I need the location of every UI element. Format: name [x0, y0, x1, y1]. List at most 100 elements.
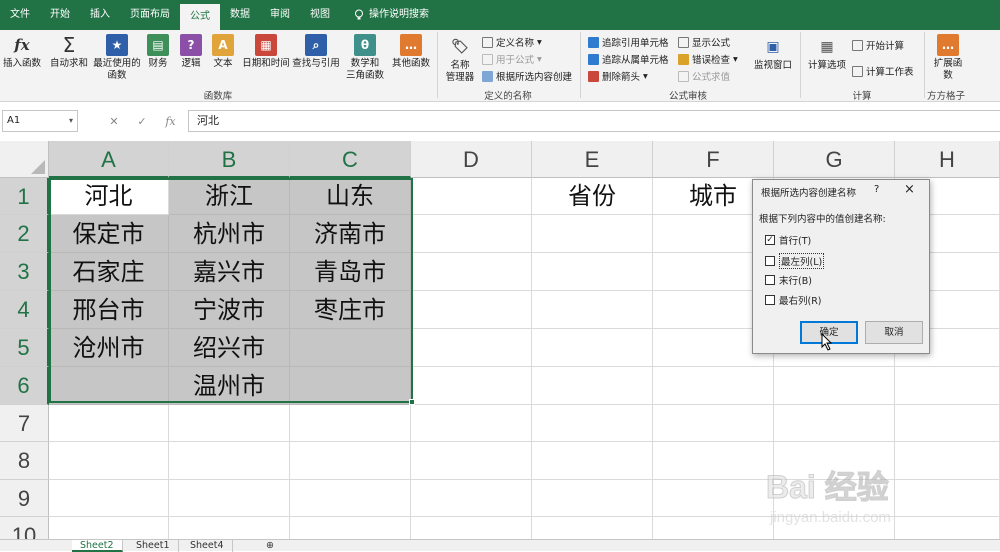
checkbox-box[interactable]: ✓ — [765, 235, 775, 245]
row-header-3[interactable]: 3 — [0, 253, 49, 291]
cell-b5[interactable]: 绍兴市 — [169, 329, 290, 367]
cell-c1[interactable]: 山东 — [290, 178, 411, 215]
cell-e1[interactable]: 省份 — [532, 178, 653, 215]
column-header-e[interactable]: E — [532, 141, 653, 178]
recent-functions-button[interactable]: ★ 最近使用的 函数 — [92, 34, 142, 82]
tab-home[interactable]: 开始 — [40, 0, 80, 30]
create-from-selection-button[interactable]: 根据所选内容创建 — [482, 69, 572, 83]
other-functions-button[interactable]: … 其他函数 — [388, 34, 434, 70]
row-header-6[interactable]: 6 — [0, 367, 49, 405]
check-icon[interactable]: ✓ — [137, 115, 146, 128]
cell-d5[interactable] — [411, 329, 532, 367]
cell-b9[interactable] — [169, 480, 290, 517]
autosum-button[interactable]: Σ 自动求和 — [46, 34, 92, 70]
checkbox-left-column[interactable]: 最左列(L) — [765, 253, 825, 269]
checkbox-box[interactable] — [765, 295, 775, 305]
cell-e3[interactable] — [532, 253, 653, 291]
cell-c5[interactable] — [290, 329, 411, 367]
cell-f9[interactable] — [653, 480, 774, 517]
cell-g7[interactable] — [774, 405, 895, 442]
column-header-h[interactable]: H — [895, 141, 1000, 178]
cell-a3[interactable]: 石家庄 — [49, 253, 169, 291]
column-header-f[interactable]: F — [653, 141, 774, 178]
cell-g6[interactable] — [774, 367, 895, 405]
cell-a9[interactable] — [49, 480, 169, 517]
cell-b4[interactable]: 宁波市 — [169, 291, 290, 329]
cell-a10[interactable] — [49, 517, 169, 539]
cell-d7[interactable] — [411, 405, 532, 442]
calc-options-button[interactable]: ▦ 计算选项 — [804, 36, 850, 72]
cell-a2[interactable]: 保定市 — [49, 215, 169, 253]
cell-d3[interactable] — [411, 253, 532, 291]
close-icon[interactable]: × — [904, 182, 915, 197]
finance-button[interactable]: ▤ 财务 — [144, 34, 172, 70]
cell-a1[interactable]: 河北 — [49, 178, 169, 215]
define-name-button[interactable]: 定义名称 ▾ — [482, 35, 542, 49]
checkbox-bottom-row[interactable]: 末行(B) — [765, 273, 812, 287]
tab-formulas[interactable]: 公式 — [180, 4, 220, 30]
cell-c9[interactable] — [290, 480, 411, 517]
column-header-c[interactable]: C — [290, 141, 411, 178]
column-header-b[interactable]: B — [169, 141, 290, 178]
cell-b10[interactable] — [169, 517, 290, 539]
cell-a5[interactable]: 沧州市 — [49, 329, 169, 367]
calc-now-button[interactable]: 开始计算 — [852, 38, 904, 52]
cell-a6[interactable] — [49, 367, 169, 405]
cell-f10[interactable] — [653, 517, 774, 539]
use-in-formula-button[interactable]: 用于公式 ▾ — [482, 52, 542, 66]
cell-e8[interactable] — [532, 442, 653, 480]
tab-view[interactable]: 视图 — [300, 0, 340, 30]
lookup-button[interactable]: ⌕ 查找与引用 — [290, 34, 342, 70]
row-header-10[interactable]: 10 — [0, 517, 49, 539]
cell-d10[interactable] — [411, 517, 532, 539]
error-checking-button[interactable]: 错误检查 ▾ — [678, 52, 738, 66]
cancel-icon[interactable]: ✕ — [109, 115, 118, 128]
cell-b7[interactable] — [169, 405, 290, 442]
cell-e4[interactable] — [532, 291, 653, 329]
column-header-g[interactable]: G — [774, 141, 895, 178]
cell-c10[interactable] — [290, 517, 411, 539]
cell-f6[interactable] — [653, 367, 774, 405]
cell-d9[interactable] — [411, 480, 532, 517]
column-header-d[interactable]: D — [411, 141, 532, 178]
remove-arrows-button[interactable]: 删除箭头 ▾ — [588, 69, 648, 83]
sheet-tab-sheet4[interactable]: Sheet4 — [182, 540, 233, 552]
tab-insert[interactable]: 插入 — [80, 0, 120, 30]
cell-h6[interactable] — [895, 367, 1000, 405]
row-header-8[interactable]: 8 — [0, 442, 49, 480]
sheet-tab-sheet1[interactable]: Sheet1 — [128, 540, 179, 552]
name-box[interactable]: A1 ▾ — [2, 110, 78, 132]
cell-b2[interactable]: 杭州市 — [169, 215, 290, 253]
row-header-2[interactable]: 2 — [0, 215, 49, 253]
datetime-button[interactable]: ▦ 日期和时间 — [240, 34, 292, 70]
cell-b8[interactable] — [169, 442, 290, 480]
select-all-corner[interactable] — [0, 141, 49, 178]
cell-d8[interactable] — [411, 442, 532, 480]
cell-d1[interactable] — [411, 178, 532, 215]
cell-c8[interactable] — [290, 442, 411, 480]
column-header-a[interactable]: A — [49, 141, 169, 178]
fx-insert-icon[interactable]: fx — [165, 115, 175, 128]
cell-b3[interactable]: 嘉兴市 — [169, 253, 290, 291]
cell-c4[interactable]: 枣庄市 — [290, 291, 411, 329]
checkbox-box[interactable] — [765, 275, 775, 285]
cell-e5[interactable] — [532, 329, 653, 367]
logic-button[interactable]: ? 逻辑 — [178, 34, 204, 70]
evaluate-formula-button[interactable]: 公式求值 — [678, 69, 730, 83]
calc-sheet-button[interactable]: 计算工作表 — [852, 64, 914, 78]
sheet-tab-sheet2[interactable]: Sheet2 — [72, 540, 123, 552]
checkbox-box[interactable] — [765, 256, 775, 266]
add-sheet-icon[interactable]: ⊕ — [258, 540, 282, 552]
cell-c7[interactable] — [290, 405, 411, 442]
cancel-button[interactable]: 取消 — [865, 321, 923, 344]
cell-d4[interactable] — [411, 291, 532, 329]
cell-a7[interactable] — [49, 405, 169, 442]
checkbox-top-row[interactable]: ✓ 首行(T) — [765, 233, 811, 247]
cell-e9[interactable] — [532, 480, 653, 517]
watch-window-button[interactable]: ▣ 监视窗口 — [750, 36, 796, 72]
show-formulas-button[interactable]: 显示公式 — [678, 35, 730, 49]
cell-d6[interactable] — [411, 367, 532, 405]
checkbox-right-column[interactable]: 最右列(R) — [765, 293, 822, 307]
math-button[interactable]: θ 数学和 三角函数 — [340, 34, 390, 82]
formula-input[interactable]: 河北 — [188, 110, 1000, 132]
